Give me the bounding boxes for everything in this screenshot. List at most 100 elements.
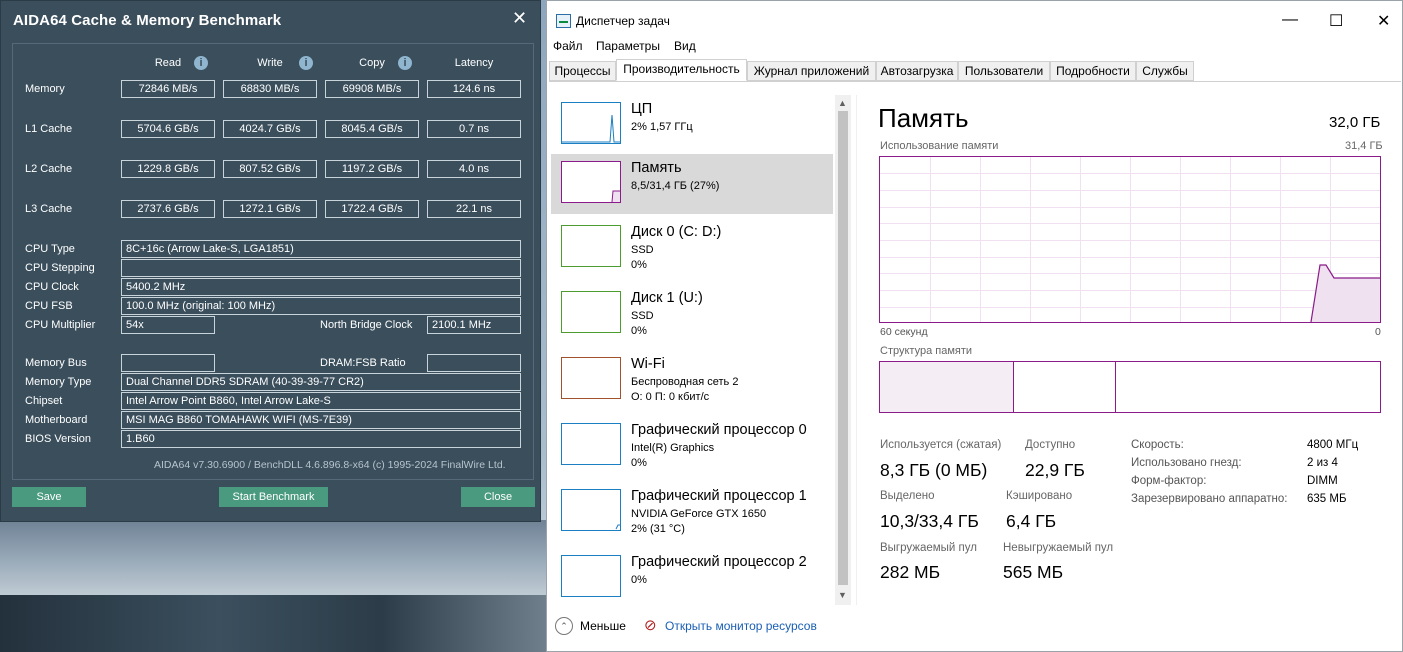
- composition-standby: [1016, 362, 1116, 412]
- memory-thumbnail-graph: [611, 190, 620, 203]
- gpu1-thumbnail-graph: [615, 524, 620, 530]
- committed-label: Выделено: [880, 490, 935, 502]
- chipset-value: Intel Arrow Point B860, Intel Arrow Lake…: [121, 392, 521, 410]
- sidebar-disk0-sub2: 0%: [631, 259, 647, 271]
- l2-latency-value: 4.0 ns: [427, 160, 521, 178]
- sidebar-wifi-sub2: О: 0 П: 0 кбит/с: [631, 391, 710, 403]
- cpu-stepping-value: [121, 259, 521, 277]
- l2-read-value: 1229.8 GB/s: [121, 160, 215, 178]
- cpu-clock-value: 5400.2 MHz: [121, 278, 521, 296]
- menu-options[interactable]: Параметры: [596, 39, 660, 53]
- scrollbar-thumb[interactable]: [838, 111, 848, 585]
- menu-file[interactable]: Файл: [553, 39, 583, 53]
- memory-copy-value: 69908 MB/s: [325, 80, 419, 98]
- memory-bus-value: [121, 354, 215, 372]
- hardware-reserved-label: Зарезервировано аппаратно:: [1131, 493, 1288, 505]
- sidebar-disk1-sub2: 0%: [631, 325, 647, 337]
- cpu-thumbnail-graph: [562, 114, 620, 143]
- sidebar-item-memory[interactable]: Память 8,5/31,4 ГБ (27%): [551, 154, 833, 214]
- l2-write-value: 807.52 GB/s: [223, 160, 317, 178]
- paged-pool-label: Выгружаемый пул: [880, 542, 977, 554]
- performance-sidebar: ЦП 2% 1,57 ГГц Память 8,5/31,4 ГБ (27%) …: [551, 95, 853, 605]
- sidebar-gpu1-sub1: NVIDIA GeForce GTX 1650: [631, 508, 767, 520]
- sidebar-item-disk0[interactable]: Диск 0 (C: D:) SSD 0%: [551, 218, 833, 278]
- open-resource-monitor-link[interactable]: Открыть монитор ресурсов: [665, 619, 817, 633]
- memory-bus-label: Memory Bus: [25, 357, 87, 369]
- sidebar-item-cpu[interactable]: ЦП 2% 1,57 ГГц: [551, 95, 833, 155]
- slots-label: Использовано гнезд:: [1131, 457, 1242, 469]
- cpu-thumbnail: [561, 102, 621, 144]
- tab-users[interactable]: Пользователи: [958, 61, 1050, 81]
- sidebar-gpu0-sub1: Intel(R) Graphics: [631, 442, 715, 454]
- cpu-multiplier-value: 54x: [121, 316, 215, 334]
- chevron-up-icon[interactable]: ⌃: [555, 617, 573, 635]
- memory-read-value: 72846 MB/s: [121, 80, 215, 98]
- l1-read-value: 5704.6 GB/s: [121, 120, 215, 138]
- read-info-icon[interactable]: i: [194, 56, 208, 70]
- memory-type-label: Memory Type: [25, 376, 92, 388]
- l1-copy-value: 8045.4 GB/s: [325, 120, 419, 138]
- l3-copy-value: 1722.4 GB/s: [325, 200, 419, 218]
- fewer-details-link[interactable]: Меньше: [580, 619, 626, 633]
- start-benchmark-button[interactable]: Start Benchmark: [219, 487, 328, 507]
- cached-label: Кэшировано: [1006, 490, 1073, 502]
- form-factor-label: Форм-фактор:: [1131, 475, 1207, 487]
- l3-latency-value: 22.1 ns: [427, 200, 521, 218]
- composition-in-use: [880, 362, 1014, 412]
- aida64-footer-text: AIDA64 v7.30.6900 / BenchDLL 4.6.896.8-x…: [154, 459, 506, 471]
- menu-view[interactable]: Вид: [674, 39, 696, 53]
- close-button[interactable]: Close: [461, 487, 535, 507]
- paged-pool-value: 282 МБ: [880, 562, 941, 582]
- memory-composition-label: Структура памяти: [880, 345, 973, 357]
- row-label-l1: L1 Cache: [25, 123, 73, 135]
- sidebar-gpu0-sub2: 0%: [631, 457, 647, 469]
- aida64-close-icon[interactable]: ✕: [512, 8, 527, 29]
- bios-version-value: 1.B60: [121, 430, 521, 448]
- sidebar-scrollbar[interactable]: ▲ ▼: [835, 95, 851, 605]
- sidebar-item-wifi[interactable]: Wi-Fi Беспроводная сеть 2 О: 0 П: 0 кбит…: [551, 350, 833, 410]
- memory-usage-graph: [1310, 264, 1380, 322]
- row-label-l2: L2 Cache: [25, 163, 73, 175]
- sidebar-gpu0-name: Графический процессор 0: [631, 422, 807, 438]
- memory-usage-max: 31,4 ГБ: [1345, 140, 1383, 152]
- resource-monitor-icon[interactable]: ⊘: [644, 616, 657, 634]
- memory-type-value: Dual Channel DDR5 SDRAM (40-39-39-77 CR2…: [121, 373, 521, 391]
- sidebar-disk0-name: Диск 0 (C: D:): [631, 224, 722, 240]
- sidebar-gpu1-sub2: 2% (31 °C): [631, 523, 685, 535]
- save-button[interactable]: Save: [12, 487, 86, 507]
- nonpaged-pool-value: 565 МБ: [1003, 562, 1064, 582]
- write-info-icon[interactable]: i: [299, 56, 313, 70]
- sidebar-item-gpu1[interactable]: Графический процессор 1 NVIDIA GeForce G…: [551, 482, 833, 542]
- tab-performance[interactable]: Производительность: [616, 59, 747, 81]
- sidebar-item-disk1[interactable]: Диск 1 (U:) SSD 0%: [551, 284, 833, 344]
- available-label: Доступно: [1025, 439, 1076, 451]
- window-close-icon[interactable]: ✕: [1377, 11, 1390, 31]
- row-label-l3: L3 Cache: [25, 203, 73, 215]
- available-value: 22,9 ГБ: [1025, 460, 1085, 480]
- copy-info-icon[interactable]: i: [398, 56, 412, 70]
- nb-clock-label: North Bridge Clock: [320, 319, 413, 331]
- sidebar-item-gpu0[interactable]: Графический процессор 0 Intel(R) Graphic…: [551, 416, 833, 476]
- l1-latency-value: 0.7 ns: [427, 120, 521, 138]
- sidebar-wifi-name: Wi-Fi: [631, 356, 665, 372]
- sidebar-item-gpu2[interactable]: Графический процессор 2 0%: [551, 548, 833, 608]
- tab-details[interactable]: Подробности: [1050, 61, 1136, 81]
- minimize-icon[interactable]: —: [1282, 11, 1298, 29]
- aida64-window: AIDA64 Cache & Memory Benchmark ✕ Read i…: [0, 0, 541, 522]
- scroll-up-icon[interactable]: ▲: [838, 98, 847, 108]
- scroll-down-icon[interactable]: ▼: [838, 590, 847, 600]
- tab-startup[interactable]: Автозагрузка: [876, 61, 958, 81]
- tab-services[interactable]: Службы: [1136, 61, 1194, 81]
- nb-clock-value: 2100.1 MHz: [427, 316, 521, 334]
- memory-write-value: 68830 MB/s: [223, 80, 317, 98]
- sidebar-memory-name: Память: [631, 160, 682, 176]
- form-factor-value: DIMM: [1307, 475, 1338, 487]
- sidebar-cpu-name: ЦП: [631, 101, 653, 117]
- memory-composition-bar: [879, 361, 1381, 413]
- tab-app-history[interactable]: Журнал приложений: [747, 61, 876, 81]
- tab-processes[interactable]: Процессы: [549, 61, 616, 81]
- in-use-value: 8,3 ГБ (0 МБ): [880, 460, 988, 480]
- tab-strip-border: [549, 81, 1401, 82]
- maximize-icon[interactable]: ☐: [1329, 11, 1343, 31]
- memory-thumbnail: [561, 161, 621, 203]
